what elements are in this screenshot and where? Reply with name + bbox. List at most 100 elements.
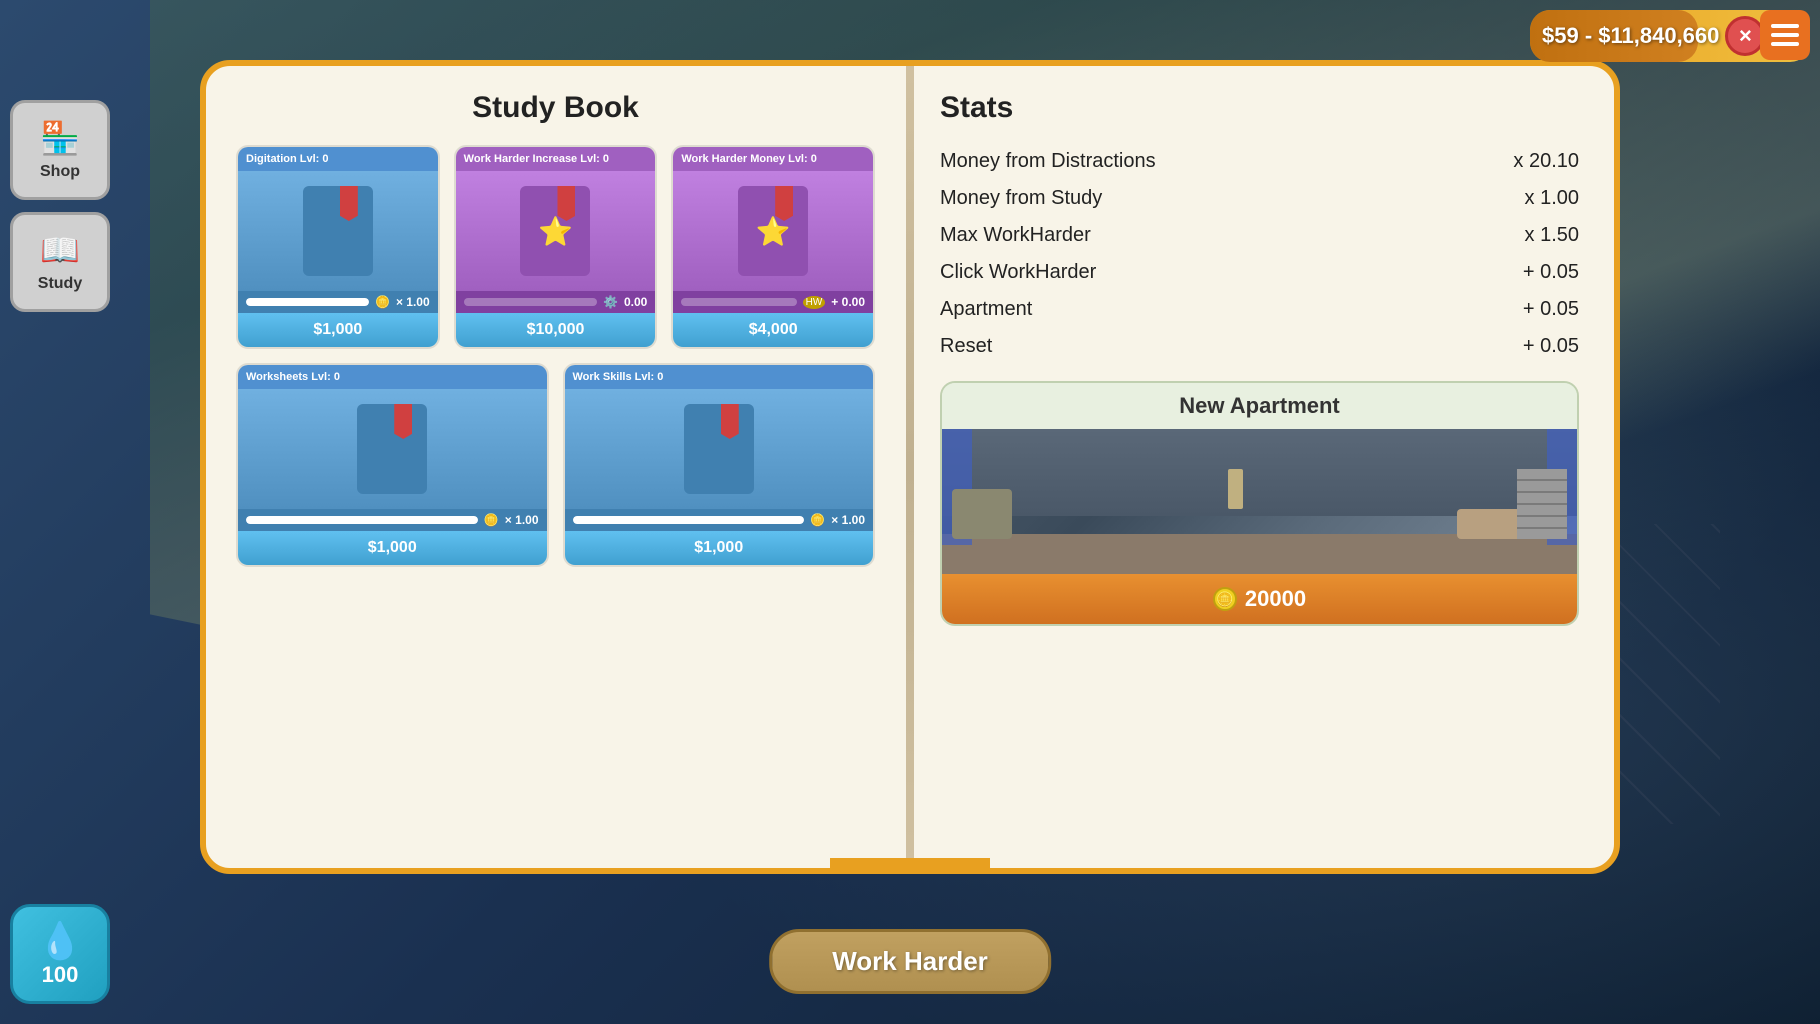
apt-stairs [1517, 469, 1567, 539]
stats-list: Money from Distractions x 20.10 Money fr… [940, 145, 1579, 363]
item-work-harder-increase[interactable]: Work Harder Increase Lvl: 0 ⭐ ⚙️ 0.00 $1… [454, 145, 658, 349]
item-wsk-header: Work Skills Lvl: 0 [565, 365, 874, 389]
stat-label-5: Reset [940, 335, 992, 358]
item-wsk-progress: 🪙 × 1.00 [565, 509, 874, 531]
stat-row-3: Click WorkHarder + 0.05 [940, 256, 1579, 289]
badge-icon: 💧 [38, 920, 83, 962]
stat-label-0: Money from Distractions [940, 150, 1156, 173]
sidebar: 🏪 Shop 📖 Study [10, 100, 110, 312]
stat-value-0: x 20.10 [1513, 150, 1579, 173]
stat-label-1: Money from Study [940, 187, 1102, 210]
apartment-title: New Apartment [942, 383, 1577, 429]
item-whm-price[interactable]: $4,000 [673, 313, 873, 347]
item-wsk-body [565, 389, 874, 509]
menu-line-1 [1771, 24, 1799, 28]
left-page: Study Book Digitation Lvl: 0 🪙 × 1.00 [206, 66, 905, 868]
book-bookmark-4 [394, 404, 412, 439]
apt-floor [942, 534, 1577, 574]
item-whi-book: ⭐ [520, 186, 590, 276]
item-whi-header: Work Harder Increase Lvl: 0 [456, 147, 656, 171]
study-icon: 📖 [40, 231, 80, 269]
item-work-harder-money[interactable]: Work Harder Money Lvl: 0 ⭐ HW + 0.00 $4,… [671, 145, 875, 349]
shop-icon: 🏪 [40, 119, 80, 157]
item-whm-body: ⭐ [673, 171, 873, 291]
stat-value-2: x 1.50 [1525, 224, 1579, 247]
item-whi-price[interactable]: $10,000 [456, 313, 656, 347]
item-digitation-progress: 🪙 × 1.00 [238, 291, 438, 313]
item-ws-body [238, 389, 547, 509]
item-digitation-header: Digitation Lvl: 0 [238, 147, 438, 171]
apartment-coin-icon: 🪙 [1213, 587, 1237, 611]
stat-value-3: + 0.05 [1523, 261, 1579, 284]
progress-bar-1 [246, 298, 369, 306]
apartment-card[interactable]: New Apartment 🪙 20000 [940, 381, 1579, 626]
stat-label-4: Apartment [940, 298, 1032, 321]
book-bookmark-1 [340, 186, 358, 221]
item-ws-header: Worksheets Lvl: 0 [238, 365, 547, 389]
stat-row-4: Apartment + 0.05 [940, 293, 1579, 326]
menu-icon [1771, 24, 1799, 46]
right-page: Stats Money from Distractions x 20.10 Mo… [905, 66, 1614, 868]
item-whi-progress: ⚙️ 0.00 [456, 291, 656, 313]
item-wsk-price[interactable]: $1,000 [565, 531, 874, 565]
progress-label-3: + 0.00 [831, 295, 865, 309]
progress-fill-1 [246, 298, 369, 306]
stat-row-1: Money from Study x 1.00 [940, 182, 1579, 215]
stat-row-5: Reset + 0.05 [940, 330, 1579, 363]
sidebar-item-study[interactable]: 📖 Study [10, 212, 110, 312]
coin-icon-4: 🪙 [484, 513, 499, 527]
book-panel: Study Book Digitation Lvl: 0 🪙 × 1.00 [200, 60, 1620, 874]
apt-wall [942, 429, 1577, 516]
menu-button[interactable] [1760, 10, 1810, 60]
study-book-title: Study Book [236, 91, 875, 125]
item-ws-price[interactable]: $1,000 [238, 531, 547, 565]
stat-value-1: x 1.00 [1525, 187, 1579, 210]
apartment-buy-button[interactable]: 🪙 20000 [942, 574, 1577, 624]
item-wsk-book [684, 404, 754, 494]
book-bookmark-2 [557, 186, 575, 221]
item-digitation-book [303, 186, 373, 276]
progress-bar-5 [573, 516, 805, 524]
progress-label-5: × 1.00 [831, 513, 865, 527]
coin-icon-2: ⚙️ [603, 295, 618, 309]
stat-label-2: Max WorkHarder [940, 224, 1091, 247]
stat-value-4: + 0.05 [1523, 298, 1579, 321]
item-whm-progress: HW + 0.00 [673, 291, 873, 313]
book-bookmark-3 [775, 186, 793, 221]
study-items-row2: Worksheets Lvl: 0 🪙 × 1.00 $1,000 W [236, 363, 875, 567]
coin-icon-1: 🪙 [375, 295, 390, 309]
apt-cabinet [952, 489, 1012, 539]
money-display: $59 - $11,840,660 [1542, 23, 1719, 49]
item-digitation[interactable]: Digitation Lvl: 0 🪙 × 1.00 $1,000 [236, 145, 440, 349]
badge-value: 100 [42, 962, 79, 988]
bottom-badge: 💧 100 [10, 904, 110, 1004]
coin-icon-3: HW [803, 296, 826, 309]
progress-fill-5 [573, 516, 805, 524]
item-worksheets[interactable]: Worksheets Lvl: 0 🪙 × 1.00 $1,000 [236, 363, 549, 567]
sidebar-item-shop[interactable]: 🏪 Shop [10, 100, 110, 200]
apartment-image [942, 429, 1577, 574]
item-ws-book [357, 404, 427, 494]
progress-bar-2 [464, 298, 597, 306]
item-digitation-price[interactable]: $1,000 [238, 313, 438, 347]
progress-bar-4 [246, 516, 478, 524]
apt-lamp [1228, 469, 1243, 509]
progress-bar-3 [681, 298, 796, 306]
menu-line-2 [1771, 33, 1799, 37]
shop-label: Shop [40, 163, 80, 181]
menu-line-3 [1771, 42, 1799, 46]
progress-label-2: 0.00 [624, 295, 647, 309]
stat-label-3: Click WorkHarder [940, 261, 1096, 284]
stat-row-0: Money from Distractions x 20.10 [940, 145, 1579, 178]
progress-label-4: × 1.00 [505, 513, 539, 527]
progress-fill-4 [246, 516, 478, 524]
item-whi-body: ⭐ [456, 171, 656, 291]
item-work-skills[interactable]: Work Skills Lvl: 0 🪙 × 1.00 $1,000 [563, 363, 876, 567]
stats-title: Stats [940, 91, 1579, 125]
stat-value-5: + 0.05 [1523, 335, 1579, 358]
work-harder-button[interactable]: Work Harder [769, 929, 1051, 994]
stat-row-2: Max WorkHarder x 1.50 [940, 219, 1579, 252]
book-bookmark-5 [721, 404, 739, 439]
item-ws-progress: 🪙 × 1.00 [238, 509, 547, 531]
coin-icon-5: 🪙 [810, 513, 825, 527]
